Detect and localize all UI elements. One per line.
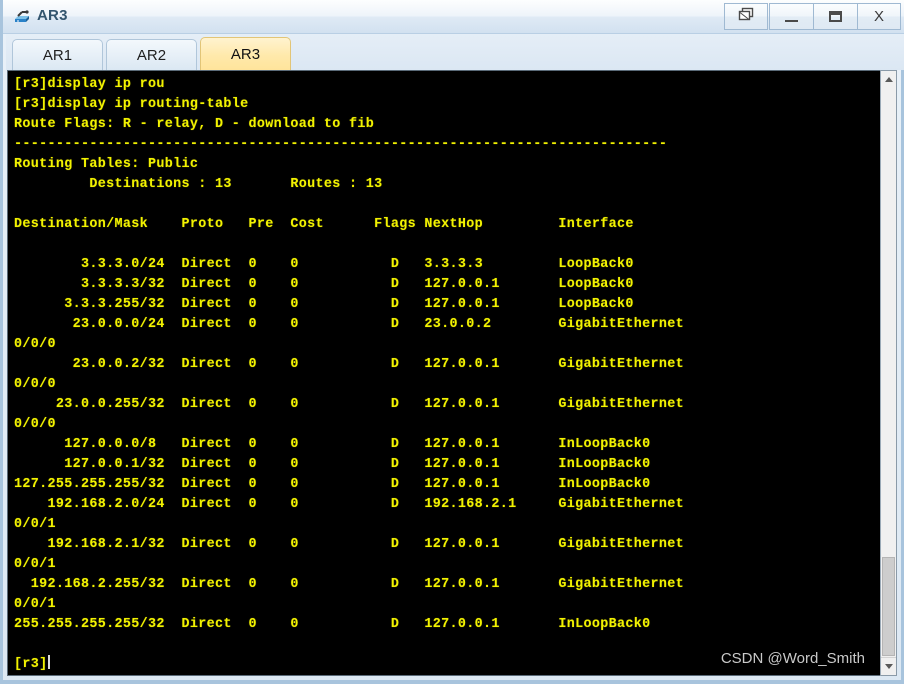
router-icon xyxy=(12,7,32,27)
tab-ar2[interactable]: AR2 xyxy=(106,39,197,70)
scroll-down-button[interactable] xyxy=(881,657,896,675)
terminal-text: [r3]display ip rou [r3]display ip routin… xyxy=(14,77,685,672)
window-title: AR3 xyxy=(37,7,68,24)
restore-icon xyxy=(738,7,755,27)
tab-ar2-label: AR2 xyxy=(136,46,167,64)
restore-button[interactable] xyxy=(724,3,768,30)
tab-ar1[interactable]: AR1 xyxy=(12,39,103,70)
tab-strip: AR1 AR2 AR3 xyxy=(6,34,904,70)
maximize-icon xyxy=(829,11,842,22)
chevron-up-icon xyxy=(884,77,893,82)
window-controls: X xyxy=(724,3,901,31)
maximize-button[interactable] xyxy=(813,3,857,30)
minimize-icon xyxy=(785,19,798,22)
minimize-button[interactable] xyxy=(769,3,813,30)
terminal-cursor xyxy=(47,655,50,669)
terminal-window: AR3 X AR1 AR2 AR3 [r3]display ip rou [r3… xyxy=(0,0,904,684)
scrollbar-thumb[interactable] xyxy=(882,557,895,656)
scroll-up-button[interactable] xyxy=(881,71,896,88)
title-bar: AR3 X xyxy=(3,0,904,34)
tab-ar3[interactable]: AR3 xyxy=(200,37,291,70)
vertical-scrollbar[interactable] xyxy=(880,70,897,676)
close-icon: X xyxy=(873,8,884,25)
terminal-output-pane[interactable]: [r3]display ip rou [r3]display ip routin… xyxy=(7,70,886,676)
tab-ar3-label: AR3 xyxy=(230,45,261,63)
watermark-text: CSDN @Word_Smith xyxy=(720,650,865,667)
close-button[interactable]: X xyxy=(857,3,901,30)
tab-ar1-label: AR1 xyxy=(42,46,73,64)
chevron-down-icon xyxy=(884,664,893,669)
